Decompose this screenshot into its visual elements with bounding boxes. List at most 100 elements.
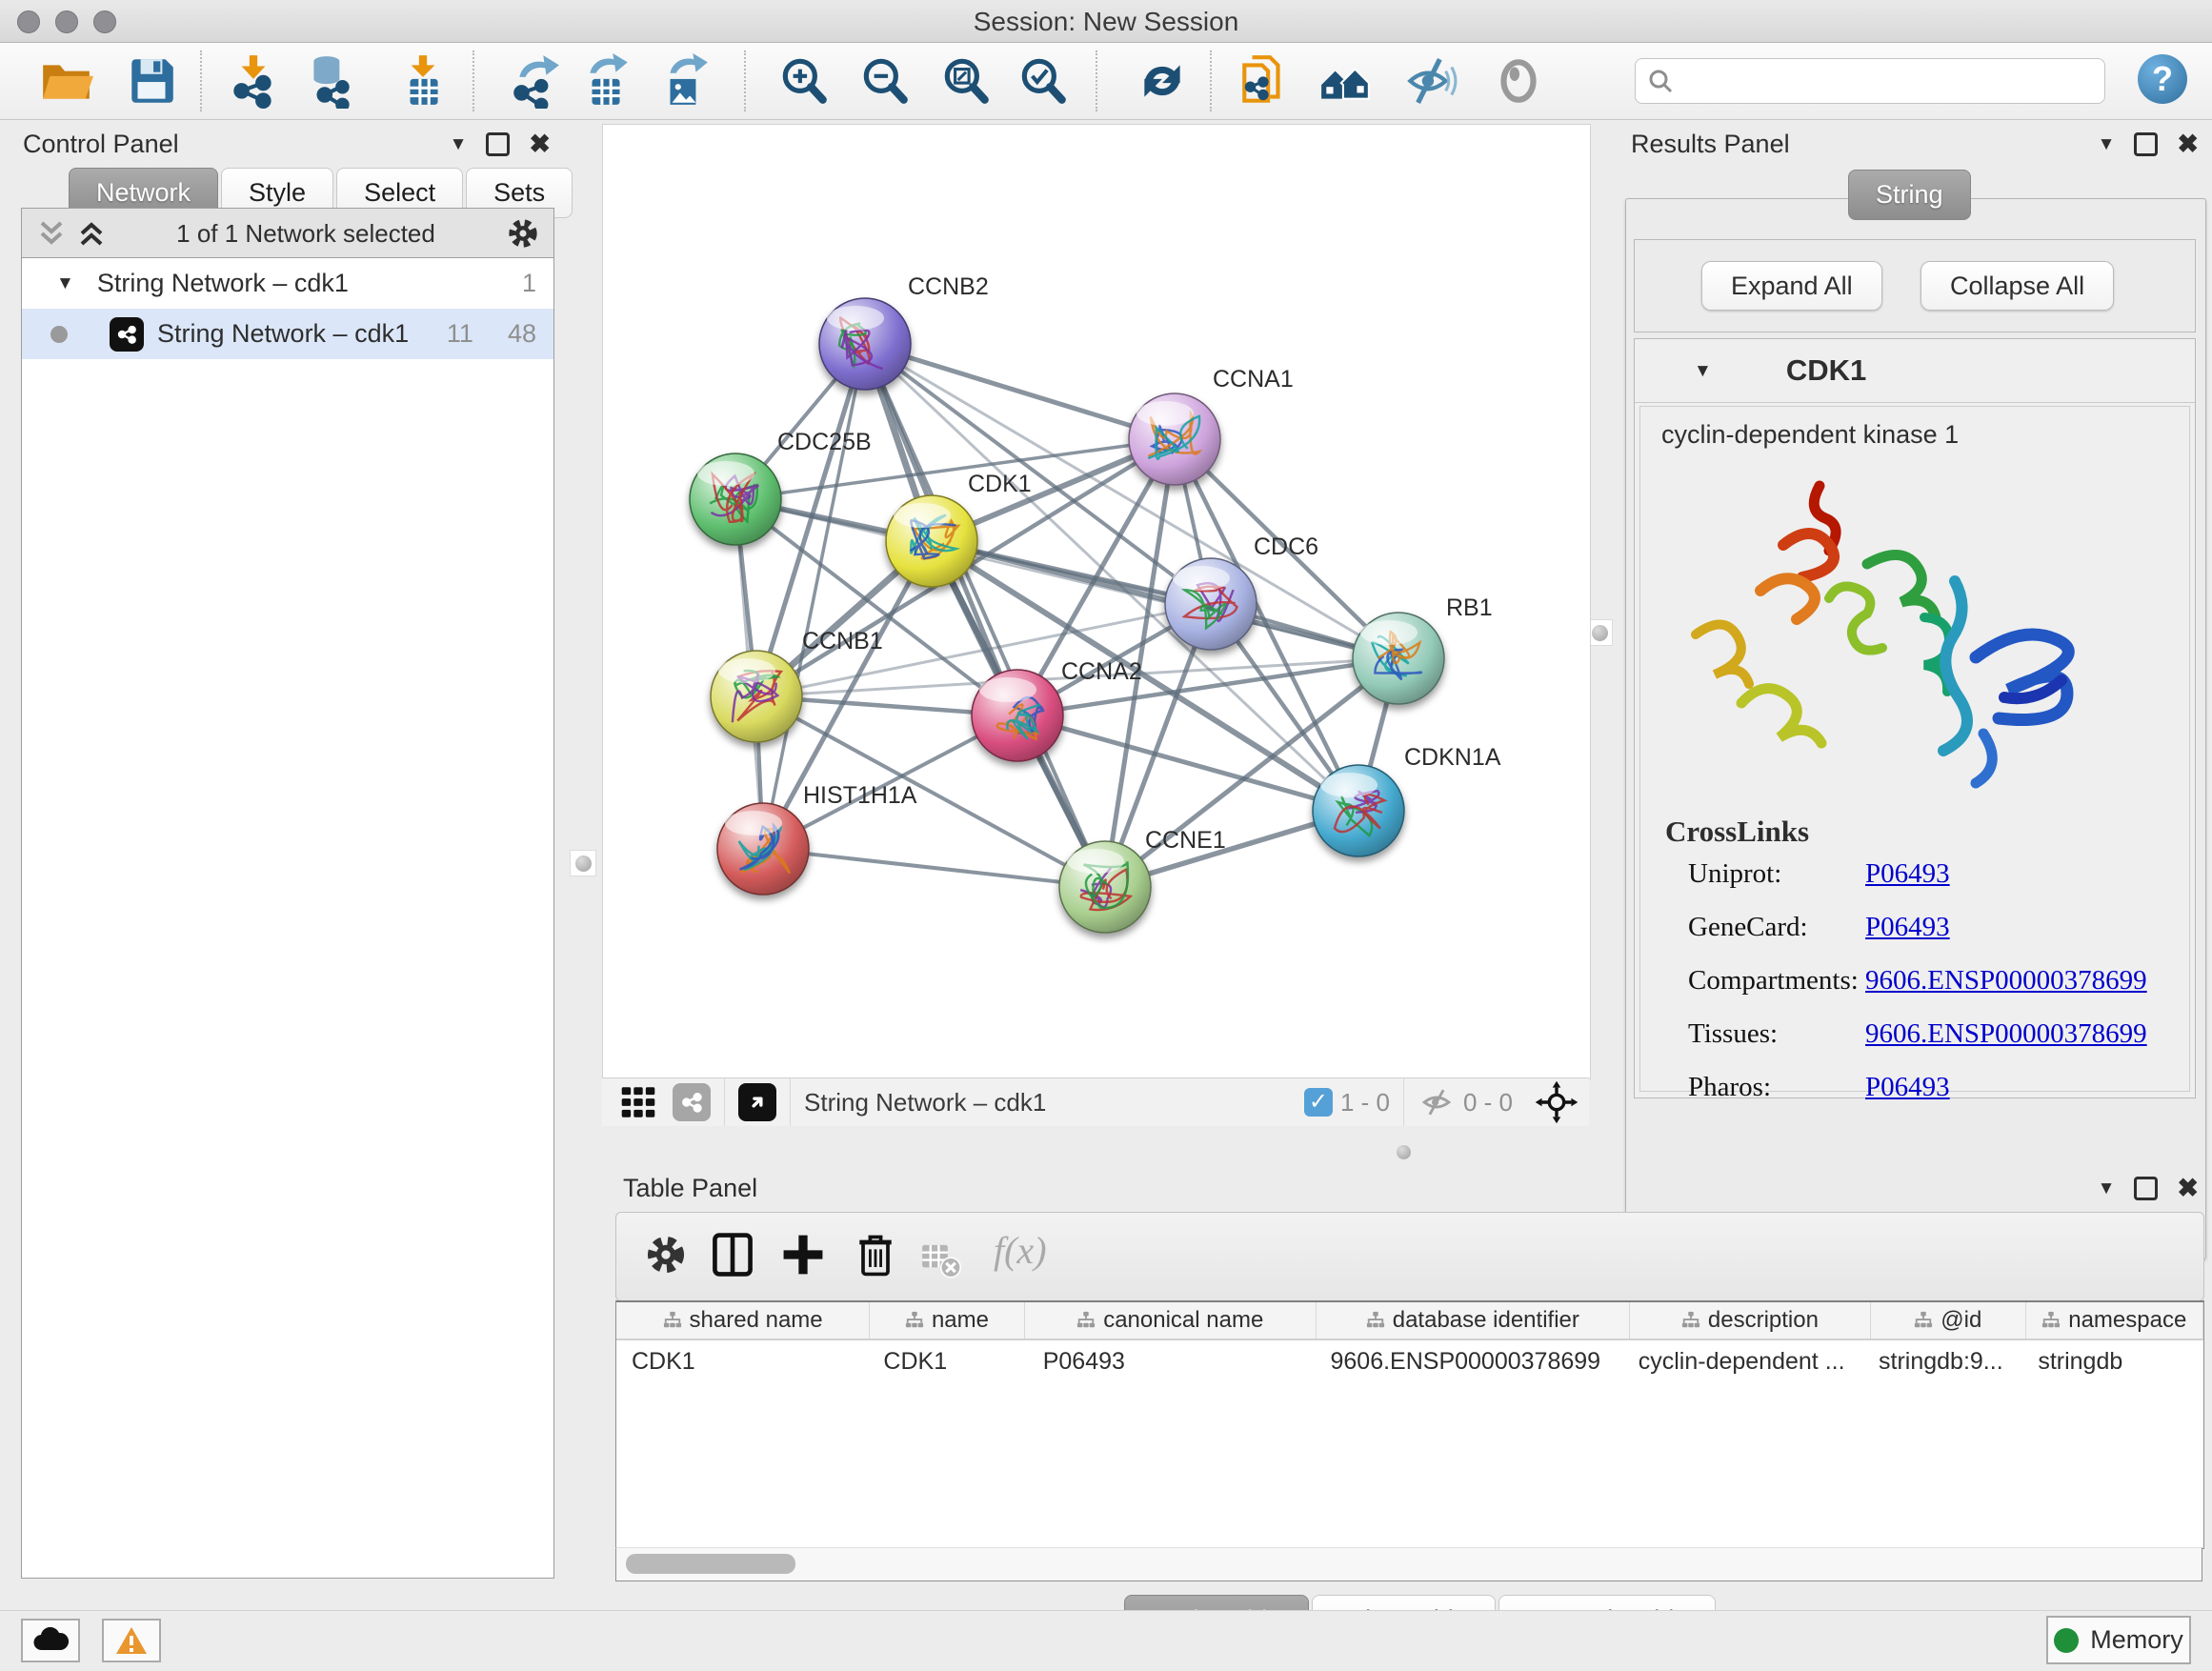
- show-columns-icon[interactable]: [708, 1230, 757, 1279]
- toolbar-separator: [744, 50, 746, 111]
- open-session-icon[interactable]: [38, 53, 93, 109]
- network-node-CCNA1[interactable]: [1129, 393, 1220, 485]
- network-node-CDK1[interactable]: [886, 495, 977, 587]
- search-input[interactable]: [1635, 58, 2105, 104]
- help-icon[interactable]: ?: [2138, 54, 2187, 104]
- table-cell: stringdb: [2022, 1340, 2203, 1382]
- tree-expand-icon[interactable]: ▼: [56, 274, 74, 292]
- table-row[interactable]: CDK1CDK1P064939606.ENSP00000378699cyclin…: [616, 1340, 2203, 1382]
- save-session-icon[interactable]: [124, 53, 179, 109]
- zoom-selected-icon[interactable]: [1016, 53, 1071, 109]
- crosslink-link[interactable]: P06493: [1865, 912, 1950, 943]
- export-image-icon[interactable]: [656, 53, 712, 109]
- column-header-shared-name[interactable]: shared name: [616, 1302, 870, 1339]
- node-label: HIST1H1A: [803, 782, 917, 809]
- network-node-CDC6[interactable]: [1165, 558, 1257, 650]
- expand-all-icon[interactable]: [75, 217, 108, 250]
- toolbar-separator: [1096, 50, 1097, 111]
- zoom-out-icon[interactable]: [857, 53, 913, 109]
- table-settings-gear-icon[interactable]: [641, 1230, 691, 1279]
- column-header-description[interactable]: description: [1630, 1302, 1871, 1339]
- birdseye-view-icon[interactable]: [738, 1083, 776, 1121]
- memory-button[interactable]: Memory: [2046, 1616, 2191, 1664]
- zoom-in-icon[interactable]: [776, 53, 832, 109]
- column-header-database-identifier[interactable]: database identifier: [1317, 1302, 1630, 1339]
- collapse-all-button[interactable]: Collapse All: [1920, 261, 2114, 311]
- network-node-CCNB1[interactable]: [711, 651, 802, 742]
- results-tab-string[interactable]: String: [1848, 170, 1971, 220]
- panel-close-icon[interactable]: ✖: [2177, 1176, 2199, 1201]
- gene-collapse-icon[interactable]: ▼: [1694, 362, 1712, 380]
- column-header-name[interactable]: name: [870, 1302, 1025, 1339]
- node-label: CCNA2: [1061, 658, 1142, 685]
- network-node-HIST1H1A[interactable]: [717, 803, 809, 895]
- expand-all-button[interactable]: Expand All: [1701, 261, 1882, 311]
- column-header-@id[interactable]: @id: [1871, 1302, 2026, 1339]
- network-row[interactable]: String Network – cdk1 11 48: [22, 309, 553, 359]
- hide-selected-icon[interactable]: [1402, 53, 1458, 109]
- table-cell: P06493: [1028, 1340, 1316, 1382]
- cloud-icon: [32, 1627, 69, 1654]
- toolbar-separator: [1210, 50, 1212, 111]
- delete-column-trash-icon[interactable]: [851, 1230, 900, 1279]
- home-icon[interactable]: [1317, 53, 1373, 109]
- gene-section-header[interactable]: ▼ CDK1: [1635, 339, 2195, 403]
- left-splitter-handle[interactable]: [570, 850, 596, 876]
- network-node-CCNA2[interactable]: [972, 670, 1063, 761]
- selected-counts: 1 - 0: [1340, 1088, 1390, 1117]
- panel-close-icon[interactable]: ✖: [529, 131, 551, 157]
- column-header-namespace[interactable]: namespace: [2026, 1302, 2203, 1339]
- node-label: CCNA1: [1213, 366, 1294, 393]
- crosslink-link[interactable]: 9606.ENSP00000378699: [1865, 965, 2147, 997]
- cloud-status-button[interactable]: [21, 1619, 80, 1662]
- node-label: CCNB2: [908, 273, 989, 300]
- panel-collapse-icon[interactable]: ▼: [450, 135, 468, 153]
- refresh-icon[interactable]: [1135, 53, 1190, 109]
- warnings-button[interactable]: [102, 1619, 161, 1662]
- add-column-icon[interactable]: [778, 1230, 828, 1279]
- bottom-splitter-handle[interactable]: [1393, 1141, 1414, 1162]
- crosslink-link[interactable]: P06493: [1865, 858, 1950, 890]
- zoom-fit-icon[interactable]: [938, 53, 994, 109]
- node-label: CDKN1A: [1404, 744, 1501, 771]
- selected-checkbox-icon[interactable]: ✓: [1304, 1088, 1333, 1117]
- collapse-all-icon[interactable]: [35, 217, 68, 250]
- fit-content-crosshair-icon[interactable]: [1534, 1079, 1579, 1125]
- table-horizontal-scrollbar[interactable]: [615, 1547, 2202, 1581]
- network-options-gear-icon[interactable]: [504, 214, 542, 252]
- scrollbar-thumb[interactable]: [626, 1554, 795, 1574]
- crosslink-link[interactable]: P06493: [1865, 1072, 1950, 1103]
- crosslink-link[interactable]: 9606.ENSP00000378699: [1865, 1018, 2147, 1050]
- results-panel-title: Results Panel: [1631, 130, 1790, 159]
- panel-float-icon[interactable]: [486, 132, 510, 156]
- panel-collapse-icon[interactable]: ▼: [2098, 135, 2116, 153]
- panel-float-icon[interactable]: [2134, 1177, 2158, 1200]
- network-node-CCNE1[interactable]: [1059, 841, 1151, 933]
- network-collection-row[interactable]: ▼ String Network – cdk1 1: [22, 258, 553, 309]
- crosslink-row: Compartments:9606.ENSP00000378699: [1688, 965, 2189, 997]
- network-node-CDKN1A[interactable]: [1313, 765, 1404, 856]
- import-network-file-icon[interactable]: [226, 53, 281, 109]
- network-node-CDC25B[interactable]: [690, 453, 781, 545]
- share-document-icon[interactable]: [1237, 53, 1292, 109]
- crosslink-label: Tissues:: [1688, 1018, 1865, 1050]
- preview-eye-icon[interactable]: [1491, 53, 1546, 109]
- export-table-icon[interactable]: [578, 53, 633, 109]
- delete-table-icon-disabled: [919, 1238, 961, 1279]
- panel-collapse-icon[interactable]: ▼: [2098, 1179, 2116, 1198]
- control-panel-title: Control Panel: [23, 130, 179, 159]
- network-node-CCNB2[interactable]: [819, 298, 911, 390]
- hidden-counts: 0 - 0: [1463, 1088, 1513, 1117]
- panel-close-icon[interactable]: ✖: [2177, 131, 2199, 157]
- network-share-toggle-icon[interactable]: [673, 1083, 711, 1121]
- panel-float-icon[interactable]: [2134, 132, 2158, 156]
- gene-section: ▼ CDK1 cyclin-dependent kinase 1: [1634, 338, 2196, 1098]
- grid-view-icon[interactable]: [617, 1081, 659, 1123]
- network-view-canvas[interactable]: CCNB2CCNA1CDC25BCDK1CDC6RB1CCNB1CCNA2CDK…: [602, 124, 1591, 1079]
- column-header-canonical-name[interactable]: canonical name: [1025, 1302, 1317, 1339]
- network-node-RB1[interactable]: [1353, 613, 1444, 704]
- import-network-database-icon[interactable]: [303, 53, 358, 109]
- import-table-icon[interactable]: [395, 53, 451, 109]
- export-network-icon[interactable]: [508, 53, 563, 109]
- network-graph[interactable]: CCNB2CCNA1CDC25BCDK1CDC6RB1CCNB1CCNA2CDK…: [603, 125, 1590, 1078]
